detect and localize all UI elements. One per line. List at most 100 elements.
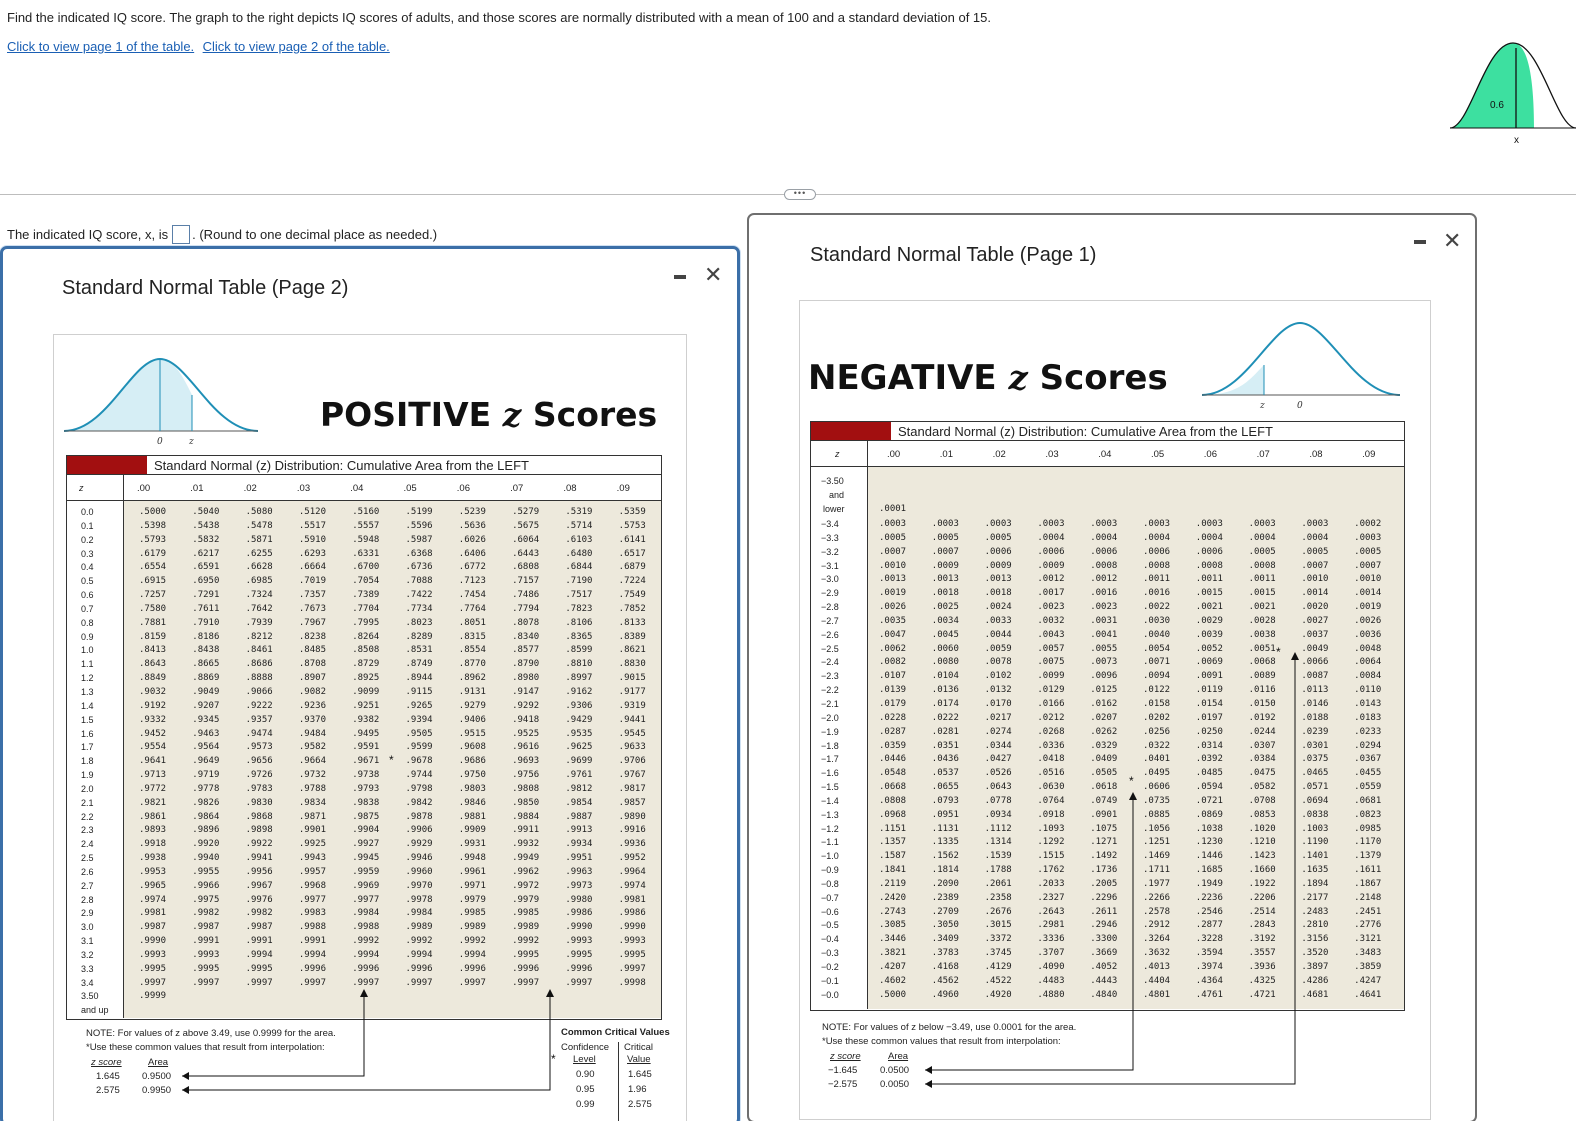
table-cell: .8925: [352, 673, 380, 684]
table-cell: .0024: [984, 602, 1012, 613]
view-table-page-2-link[interactable]: Click to view page 2 of the table.: [203, 39, 390, 54]
table-cell: .8340: [512, 631, 540, 642]
column-header: .04: [350, 483, 364, 494]
table-cell: .9971: [458, 880, 486, 891]
view-table-page-1-link[interactable]: Click to view page 1 of the table.: [7, 39, 194, 54]
label-0: 0: [1297, 401, 1303, 411]
table-cell: .0256: [1142, 726, 1171, 737]
table-cell: .1151: [879, 823, 907, 834]
table-cell: .5910: [298, 534, 326, 545]
table-cell: .0055: [1090, 643, 1118, 654]
table-cell: .0003: [1195, 519, 1223, 529]
table-cell: .4404: [1142, 975, 1171, 986]
note-text-2: *Use these common values that result fro…: [86, 1042, 325, 1053]
table-cell: .0044: [984, 629, 1012, 640]
table-cell: .2451: [1354, 906, 1382, 917]
table-cell: .0047: [879, 629, 907, 640]
positive-z-table: 0 z POSITIVE z Scores Standard Normal (z…: [53, 334, 687, 1121]
table-cell: .0985: [1354, 823, 1382, 834]
table-cell: .0003: [1248, 519, 1276, 529]
table-cell: .0446: [879, 754, 907, 765]
table-row: .0668 .0655 .0643 .0630 .0618 .0606 .0594 .0582…: [879, 781, 1407, 795]
z-value: 2.6: [81, 866, 94, 877]
table-cell: .9131: [458, 686, 486, 697]
table-row: .9981 .9982 .9982 .9983 .9984 .9984 .9985 .9985…: [139, 907, 672, 921]
answer-input[interactable]: [172, 225, 191, 244]
table-cell: .3228: [1195, 934, 1223, 945]
table-cell: .0087: [1301, 671, 1329, 682]
label-z: z: [1259, 401, 1265, 411]
table-cell: .0465: [1301, 768, 1329, 779]
table-cell: .9767: [618, 770, 646, 781]
minimize-button[interactable]: [674, 275, 686, 279]
table-cell: .9973: [565, 880, 593, 891]
label-0: 0: [157, 437, 163, 447]
table-cell: .7389: [352, 590, 380, 601]
z-value: 1.4: [81, 700, 94, 711]
table-cell: .6255: [245, 548, 273, 559]
table-cell: .9995: [565, 950, 593, 960]
answer-prefix: The indicated IQ score, x, is: [7, 227, 169, 242]
table-page-2-window[interactable]: Standard Normal Table (Page 2) ✕ 0 z POS…: [0, 246, 740, 1121]
table-cell: .9979: [458, 894, 486, 905]
table-cell: .9993: [192, 950, 220, 960]
close-button[interactable]: ✕: [704, 264, 722, 286]
table-cell: .0143: [1354, 698, 1382, 709]
table-cell: .0013: [984, 574, 1012, 585]
column-header: .03: [296, 483, 311, 494]
table-cell: .9904: [352, 825, 380, 836]
table-cell: .9966: [192, 880, 220, 891]
table-cell: .2033: [1037, 878, 1065, 889]
table-row: .9953 .9955 .9956 .9957 .9959 .9960 .9961 .9962…: [139, 866, 672, 880]
ccv-h2: Critical: [624, 1042, 654, 1053]
table-cell: .8186: [192, 631, 220, 642]
table-cell: .0011: [1248, 574, 1276, 585]
table-cell: .9115: [405, 686, 433, 697]
expand-more-button[interactable]: •••: [784, 189, 816, 200]
table-cell: .9838: [352, 797, 380, 808]
table-cell: .3156: [1301, 934, 1329, 945]
table-cell: .0003: [1142, 519, 1171, 529]
table-cell: .0630: [1037, 782, 1065, 793]
table-cell: .9956: [245, 866, 273, 877]
close-button[interactable]: ✕: [1443, 230, 1461, 252]
table-cell: .0017: [1037, 588, 1065, 599]
data-rows: .0003 .0003 .0003 .0003 .0003 .0003 .0003 .0003…: [879, 518, 1407, 1003]
table-cell: .0021: [1248, 602, 1276, 613]
table-row: .6915 .6950 .6985 .7019 .7054 .7088 .7123 .7157…: [139, 575, 672, 589]
table-cell: .0268: [1037, 726, 1065, 737]
minimize-button[interactable]: [1414, 240, 1426, 244]
question-normal-curve-graph: 0.6 x: [1450, 42, 1576, 146]
table-grid: z .00 .01 .02 .03 .04 .05 .06 .07 .08 .09 −3.50 a…: [810, 441, 1405, 1011]
table-cell: .8389: [618, 631, 646, 642]
table-cell: .0008: [1195, 560, 1223, 571]
ccv-divider: [618, 1042, 619, 1121]
table-cell: .5714: [565, 520, 593, 531]
z-value: 1.1: [81, 659, 94, 670]
table-row: .0047 .0045 .0044 .0043 .0041 .0040 .0039 .0038…: [879, 629, 1407, 643]
table-cell: .6064: [512, 534, 540, 545]
z-value: −3.3: [821, 532, 839, 543]
table-cell: .9992: [458, 936, 486, 947]
positive-curve-graph: 0 z: [63, 357, 259, 447]
table-cell: .3300: [1090, 934, 1118, 945]
table-cell: .9953: [139, 866, 167, 877]
table-cell: .1271: [1090, 837, 1118, 848]
table-cell: .9878: [405, 811, 433, 822]
table-cell: .2912: [1142, 920, 1171, 931]
table-page-1-window[interactable]: Standard Normal Table (Page 1) ✕ NEGATIV…: [747, 213, 1477, 1121]
table-cell: .0064: [1354, 657, 1382, 668]
table-cell: .9808: [512, 783, 540, 794]
column-header: .02: [992, 449, 1006, 460]
table-cell: .9901: [298, 825, 326, 836]
table-cell: .2389: [931, 892, 959, 903]
table-cell: .9525: [512, 728, 540, 739]
table-cell: .0003: [1301, 519, 1329, 529]
table-cell: .7422: [405, 590, 433, 601]
table-row: .8849 .8869 .8888 .8907 .8925 .8944 .8962 .8980…: [139, 672, 672, 686]
table-cell: .5359: [618, 507, 646, 517]
z-value: 3.0: [81, 922, 94, 933]
table-cell: .3121: [1354, 934, 1382, 945]
table-row: .5398 .5438 .5478 .5517 .5557 .5596 .5636 .5675…: [139, 520, 672, 534]
table-cell: .9995: [245, 963, 273, 974]
